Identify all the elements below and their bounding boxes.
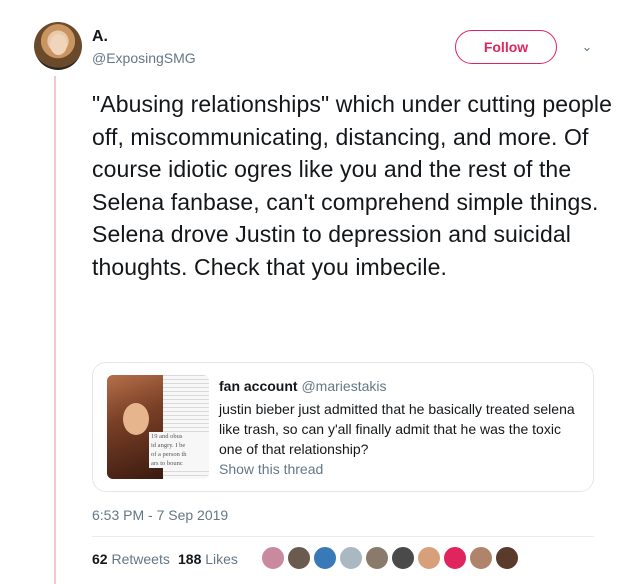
quoted-image-text-line: id angry. I be xyxy=(151,442,186,449)
liker-avatar[interactable] xyxy=(261,546,285,570)
quoted-image-text-line: ars to bounc xyxy=(151,460,183,467)
quoted-image-text: 19 and obus id angry. I be of a person th a… xyxy=(149,432,209,468)
quoted-author-name[interactable]: fan account xyxy=(219,378,298,394)
quoted-author: fan account @mariestakis xyxy=(219,378,386,394)
liker-avatar[interactable] xyxy=(365,546,389,570)
liker-avatar[interactable] xyxy=(443,546,467,570)
show-thread-link[interactable]: Show this thread xyxy=(219,461,323,477)
quoted-photo-face xyxy=(123,403,149,435)
tweet-timestamp[interactable]: 6:53 PM - 7 Sep 2019 xyxy=(92,507,228,523)
liker-avatar[interactable] xyxy=(495,546,519,570)
liker-avatar[interactable] xyxy=(313,546,337,570)
divider xyxy=(92,536,594,537)
author-avatar[interactable] xyxy=(34,22,82,70)
author-display-name[interactable]: A. xyxy=(92,28,108,46)
quoted-author-handle[interactable]: @mariestakis xyxy=(301,378,386,394)
likes-stat[interactable]: 188 Likes xyxy=(178,551,238,567)
tweet-text: "Abusing relationships" which under cutt… xyxy=(92,91,612,280)
liker-avatar[interactable] xyxy=(287,546,311,570)
retweets-stat[interactable]: 62 Retweets xyxy=(92,551,170,567)
quoted-tweet-card[interactable]: 19 and obus id angry. I be of a person th a… xyxy=(92,362,594,492)
chevron-down-icon[interactable]: ⌄ xyxy=(576,36,598,58)
liker-avatar[interactable] xyxy=(417,546,441,570)
retweets-label: Retweets xyxy=(111,551,170,567)
retweets-count: 62 xyxy=(92,551,108,567)
thread-line xyxy=(54,76,56,584)
liker-avatar[interactable] xyxy=(391,546,415,570)
liker-avatar[interactable] xyxy=(339,546,363,570)
likes-label: Likes xyxy=(205,551,238,567)
liker-avatar[interactable] xyxy=(469,546,493,570)
follow-button[interactable]: Follow xyxy=(455,30,557,64)
author-handle[interactable]: @ExposingSMG xyxy=(92,50,196,66)
quoted-tweet-text: justin bieber just admitted that he basi… xyxy=(219,401,575,457)
quoted-image-text-line: of a person th xyxy=(151,451,187,458)
avatar-face xyxy=(50,34,67,55)
quoted-image-text-line: 19 and obus xyxy=(151,433,183,440)
likes-count: 188 xyxy=(178,551,202,567)
quoted-tweet-image[interactable]: 19 and obus id angry. I be of a person th a… xyxy=(107,375,209,479)
